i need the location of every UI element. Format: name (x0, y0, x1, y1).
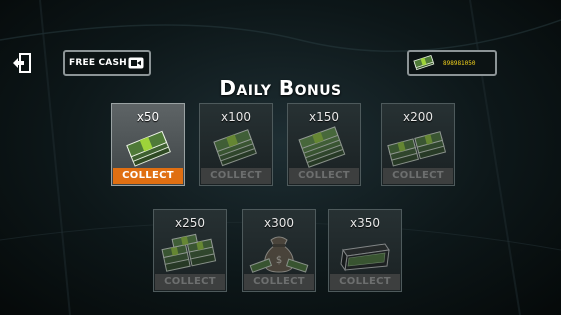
bonus-card-day-5[interactable]: x250 COLLECT (153, 209, 227, 292)
bonus-card-day-4[interactable]: x200 COLLECT (381, 103, 455, 186)
svg-text:$: $ (276, 255, 282, 266)
bonus-amount: x200 (402, 110, 433, 124)
money-briefcase-icon (340, 243, 390, 272)
collect-button[interactable]: COLLECT (201, 168, 271, 184)
bonus-card-day-2[interactable]: x100 COLLECT (199, 103, 273, 186)
cash-stack-icon (161, 233, 217, 272)
cash-stack-icon (213, 129, 257, 167)
video-camera-icon (128, 57, 144, 69)
bonus-amount: x350 (349, 216, 380, 230)
collect-button[interactable]: COLLECT (113, 168, 183, 184)
collect-button[interactable]: COLLECT (289, 168, 359, 184)
bonus-card-day-7[interactable]: x350 COLLECT (328, 209, 402, 292)
bonus-card-day-6[interactable]: x300 $ COLLECT (242, 209, 316, 292)
page-title: Daily Bonus (219, 76, 342, 100)
cash-stack-icon (126, 130, 171, 167)
cash-stack-icon (387, 131, 447, 167)
collect-button[interactable]: COLLECT (330, 274, 400, 290)
bonus-amount: x100 (220, 110, 251, 124)
money-bag-icon: $ (249, 236, 309, 273)
bonus-amount: x300 (263, 216, 294, 230)
bonus-card-day-3[interactable]: x150 COLLECT (287, 103, 361, 186)
free-cash-button[interactable]: FREE CASH (63, 50, 151, 76)
cash-stack-icon (413, 55, 435, 71)
bonus-amount: x50 (136, 110, 160, 124)
collect-button[interactable]: COLLECT (244, 274, 314, 290)
exit-icon (13, 53, 31, 73)
cash-stack-icon (298, 126, 346, 168)
bonus-card-day-1[interactable]: x50 COLLECT (111, 103, 185, 186)
free-cash-label: FREE CASH (69, 58, 127, 68)
bonus-amount: x250 (174, 216, 205, 230)
collect-button[interactable]: COLLECT (383, 168, 453, 184)
exit-button[interactable] (12, 52, 32, 74)
balance-value: 898981050 (443, 59, 476, 67)
collect-button[interactable]: COLLECT (155, 274, 225, 290)
cash-balance: 898981050 (407, 50, 497, 76)
bonus-amount: x150 (308, 110, 339, 124)
